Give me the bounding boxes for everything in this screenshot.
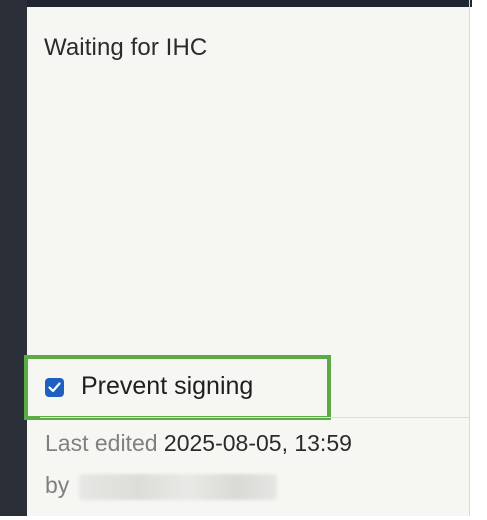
prevent-signing-checkbox[interactable] bbox=[45, 378, 64, 397]
redacted-user-name bbox=[79, 473, 278, 500]
window-top-border bbox=[0, 0, 487, 7]
window-bottom-area bbox=[0, 516, 487, 520]
window-right-area bbox=[472, 0, 487, 520]
checkmark-icon bbox=[48, 382, 61, 393]
note-text[interactable]: Waiting for IHC bbox=[44, 34, 207, 62]
last-edited-timestamp: 2025-08-05, 13:59 bbox=[163, 430, 352, 456]
divider bbox=[40, 417, 469, 418]
prevent-signing-label[interactable]: Prevent signing bbox=[81, 372, 253, 401]
edited-by-label: by bbox=[45, 472, 70, 498]
last-edited-label: Last edited bbox=[45, 430, 158, 456]
panel-right-edge bbox=[469, 0, 470, 520]
last-edited-info: Last edited 2025-08-05, 13:59 bbox=[45, 430, 352, 457]
window-left-border bbox=[0, 0, 27, 520]
edited-by-info: by bbox=[45, 472, 278, 500]
